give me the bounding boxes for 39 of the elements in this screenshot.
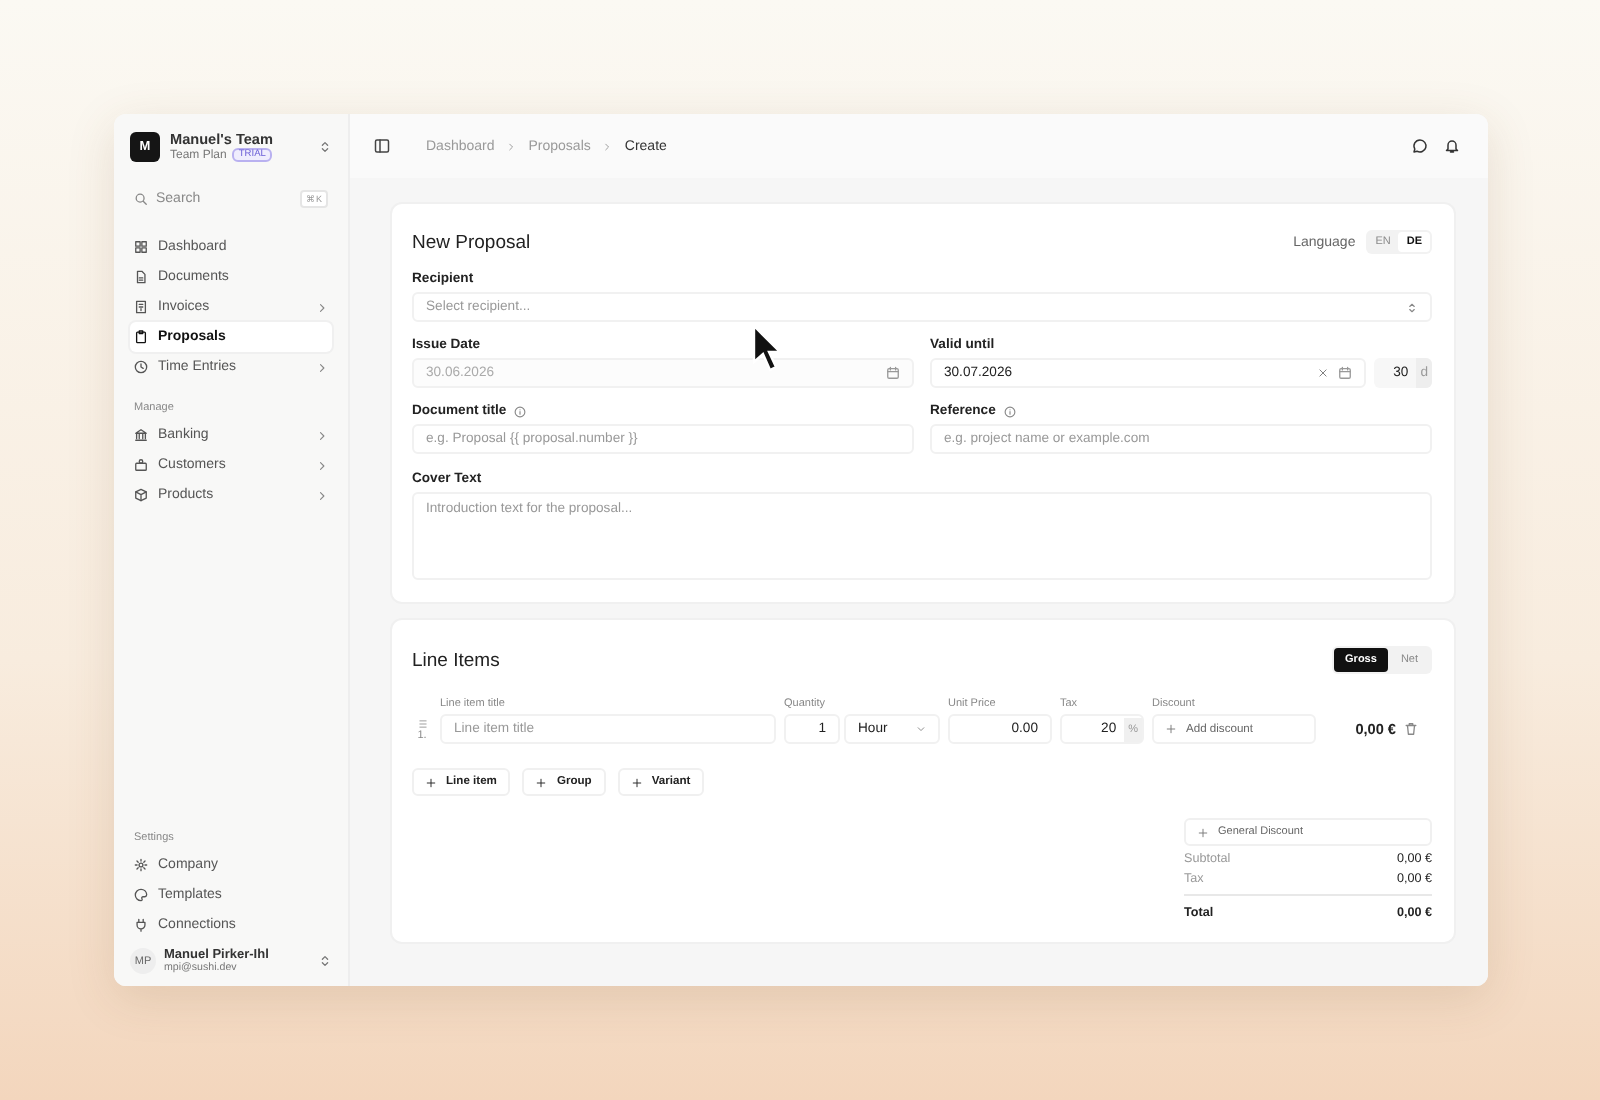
- chevron-right-icon: [316, 301, 328, 313]
- palette-icon: [134, 888, 148, 902]
- trash-icon: [1404, 722, 1418, 736]
- bell-icon: [1444, 138, 1460, 154]
- sidebar-toggle-icon: [374, 138, 390, 154]
- select-arrows-icon: [1406, 301, 1418, 313]
- account-switcher-icon: [318, 954, 332, 968]
- receipt-icon: [134, 300, 148, 314]
- chevron-right-icon: [506, 141, 517, 151]
- document-icon: [134, 270, 148, 284]
- chevron-right-icon: [316, 489, 328, 501]
- drag-handle-icon: [417, 717, 427, 729]
- info-icon: [1003, 405, 1016, 417]
- plug-icon: [134, 918, 148, 932]
- chat-icon: [1412, 138, 1428, 154]
- bank-icon: [134, 428, 148, 442]
- clipboard-icon: [134, 330, 148, 344]
- box-icon: [134, 488, 148, 502]
- info-icon: [514, 405, 527, 417]
- plus-icon: [536, 777, 547, 787]
- calendar-icon: [1337, 366, 1352, 380]
- grid-icon: [134, 240, 148, 254]
- plus-icon: [1166, 724, 1176, 734]
- card-title: Line Items: [412, 649, 502, 671]
- settings-icon: [134, 858, 148, 872]
- chevron-down-icon: [916, 724, 926, 734]
- clear-icon: [1317, 368, 1328, 378]
- clock-icon: [134, 360, 148, 374]
- team-switcher-icon: [318, 139, 332, 153]
- plus-icon: [631, 777, 642, 787]
- chevron-right-icon: [316, 459, 328, 471]
- plus-icon: [1198, 827, 1208, 837]
- chevron-right-icon: [602, 141, 613, 151]
- chevron-right-icon: [316, 361, 328, 373]
- card-title: New Proposal: [412, 231, 533, 253]
- chevron-right-icon: [316, 429, 328, 441]
- search-icon: [134, 192, 148, 206]
- calendar-icon: [886, 366, 900, 380]
- plus-icon: [426, 777, 436, 787]
